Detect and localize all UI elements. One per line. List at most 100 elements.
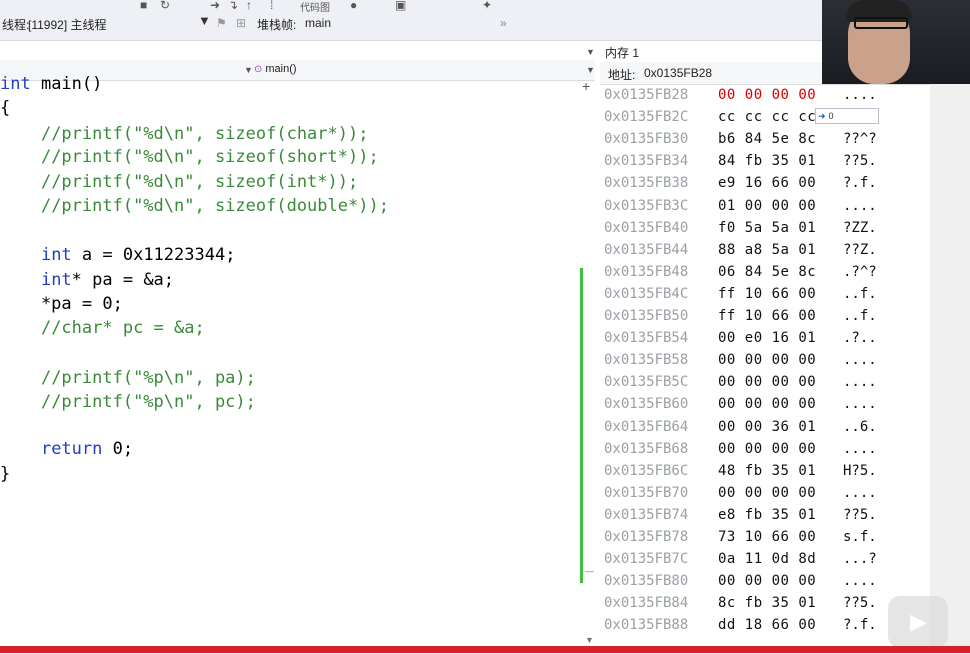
keyword: int [40,245,72,265]
function-select[interactable]: ⊙ main() [254,63,297,75]
memory-bytes[interactable]: ff 10 66 00 [718,308,816,324]
memory-bytes[interactable]: dd 18 66 00 [718,617,816,633]
memory-bytes[interactable]: e9 16 66 00 [718,175,816,191]
memory-bytes[interactable]: f0 5a 5a 01 [718,220,816,236]
memory-bytes[interactable]: 01 00 00 00 [718,198,816,214]
chevron-down-icon[interactable]: ▼ [586,47,595,57]
memory-bytes[interactable]: e8 fb 35 01 [718,507,816,523]
hex-icon[interactable]: ⁞ [270,0,273,12]
code-line[interactable]: int* pa = &a; [0,270,174,290]
memory-bytes[interactable]: 00 00 00 00 [718,374,816,390]
expand-icon[interactable]: + [582,78,590,94]
memory-bytes[interactable]: 88 a8 5a 01 [718,242,816,258]
memory-window-title[interactable]: 内存 1 [605,44,639,61]
chevron-down-icon[interactable]: ▼ [244,65,253,75]
address-input[interactable]: 0x0135FB28 [644,66,712,80]
memory-bytes[interactable]: 73 10 66 00 [718,529,816,545]
memory-address: 0x0135FB5C [604,374,689,391]
thread-select[interactable]: [11992] 主线程 [28,16,106,33]
memory-bytes[interactable]: 00 00 00 00 [718,485,816,501]
stackframe-select[interactable]: main [305,16,331,30]
memory-bytes[interactable]: ff 10 66 00 [718,286,816,302]
data-tip-arrow-icon: ➜ [818,111,826,121]
memory-ascii: .... [843,440,877,457]
memory-bytes[interactable]: 00 00 00 00 [718,396,816,412]
toggle-icon[interactable]: ⊞ [236,16,246,30]
memory-ascii: ??5. [843,153,877,170]
breakpoint-icon[interactable]: ● [350,0,357,12]
bookmark-icon[interactable]: ✦ [482,0,492,12]
memory-bytes[interactable]: 00 00 00 00 [718,573,816,589]
toolbar-more-icon[interactable]: » [500,16,507,30]
memory-address: 0x0135FB34 [604,153,689,170]
code-line[interactable]: //printf("%d\n", sizeof(short*)); [0,147,379,167]
address-label: 地址: [608,68,636,82]
memory-address: 0x0135FB78 [604,529,689,545]
memory-bytes[interactable]: 0a 11 0d 8d [718,551,816,567]
video-play-button[interactable]: ▶ [888,596,948,648]
memory-bytes[interactable]: 00 00 36 01 [718,419,816,435]
memory-address: 0x0135FB50 [604,308,689,324]
code-line[interactable]: { [0,98,10,118]
code-text: 0; [102,439,134,459]
memory-bytes[interactable]: b6 84 5e 8c [718,131,816,147]
scroll-down-icon[interactable]: ▼ [585,635,594,645]
memory-bytes[interactable]: 48 fb 35 01 [718,463,816,479]
memory-address: 0x0135FB44 [604,241,689,258]
memory-grid[interactable]: 0x0135FB28 00 00 00 00.... 0x0135FB2C cc cc… [600,84,930,654]
code-line[interactable]: return 0; [0,439,133,459]
code-line[interactable]: *pa = 0; [0,294,123,314]
code-line[interactable]: //printf("%d\n", sizeof(double*)); [0,196,389,216]
window-icon[interactable]: ▣ [395,0,406,12]
memory-ascii: .... [843,573,877,590]
memory-bytes[interactable]: cc cc cc cc [718,109,816,125]
memory-ascii: .... [843,197,877,214]
memory-bytes[interactable]: 84 fb 35 01 [718,153,816,169]
memory-address: 0x0135FB4C [604,285,689,302]
code-line[interactable]: } [0,464,10,484]
code-line[interactable]: //char* pc = &a; [0,318,205,338]
memory-ascii: ??5. [843,595,877,612]
webcam-overlay [822,0,970,84]
memory-address: 0x0135FB40 [604,219,689,236]
code-map-tab[interactable]: 代码图 [300,0,330,14]
filter-icon[interactable]: ▼ [198,13,211,28]
code-editor[interactable]: int main() { //printf("%d\n", sizeof(char… [0,74,580,640]
memory-ascii: H?5. [843,462,877,479]
chevron-down-icon[interactable]: ▼ [586,65,595,75]
code-line[interactable]: int a = 0x11223344; [0,245,235,265]
flag-icon[interactable]: ⚑ [216,16,227,30]
step-over-icon[interactable]: ➜ [210,0,220,12]
code-text: * pa = &a; [71,270,175,290]
memory-bytes[interactable]: 00 00 00 00 [718,87,816,103]
code-line[interactable]: //printf("%d\n", sizeof(char*)); [0,124,369,144]
memory-bytes[interactable]: 00 e0 16 01 [718,330,816,346]
comment: //printf("%d\n", sizeof(char*)); [40,124,369,144]
stackframe-label: 堆栈帧: [257,18,297,32]
step-into-icon[interactable]: ↴ [228,0,238,12]
memory-address: 0x0135FB68 [604,440,689,457]
memory-bytes[interactable]: 8c fb 35 01 [718,595,816,611]
memory-address: 0x0135FB84 [604,595,689,612]
memory-address: 0x0135FB58 [604,352,689,369]
memory-bytes[interactable]: 00 00 00 00 [718,352,816,368]
memory-bytes[interactable]: 06 84 5e 8c [718,264,816,280]
memory-address: 0x0135FB28 [604,87,689,103]
step-out-icon[interactable]: ↑ [246,0,252,12]
memory-bytes[interactable]: 00 00 00 00 [718,441,816,457]
code-line[interactable]: //printf("%p\n", pc); [0,392,256,412]
comment: //char* pc = &a; [40,318,205,338]
code-line[interactable]: //printf("%d\n", sizeof(int*)); [0,172,358,192]
code-line[interactable]: int main() [0,74,102,94]
video-progress-bar[interactable] [0,646,970,653]
memory-ascii: .... [843,396,877,413]
memory-ascii: .... [843,374,877,391]
data-tip[interactable]: ➜ 0 [815,108,879,124]
code-line[interactable]: //printf("%p\n", pa); [0,368,256,388]
stop-icon[interactable]: ■ [140,0,147,12]
memory-address: 0x0135FB30 [604,131,689,148]
restart-icon[interactable]: ↻ [160,0,170,12]
